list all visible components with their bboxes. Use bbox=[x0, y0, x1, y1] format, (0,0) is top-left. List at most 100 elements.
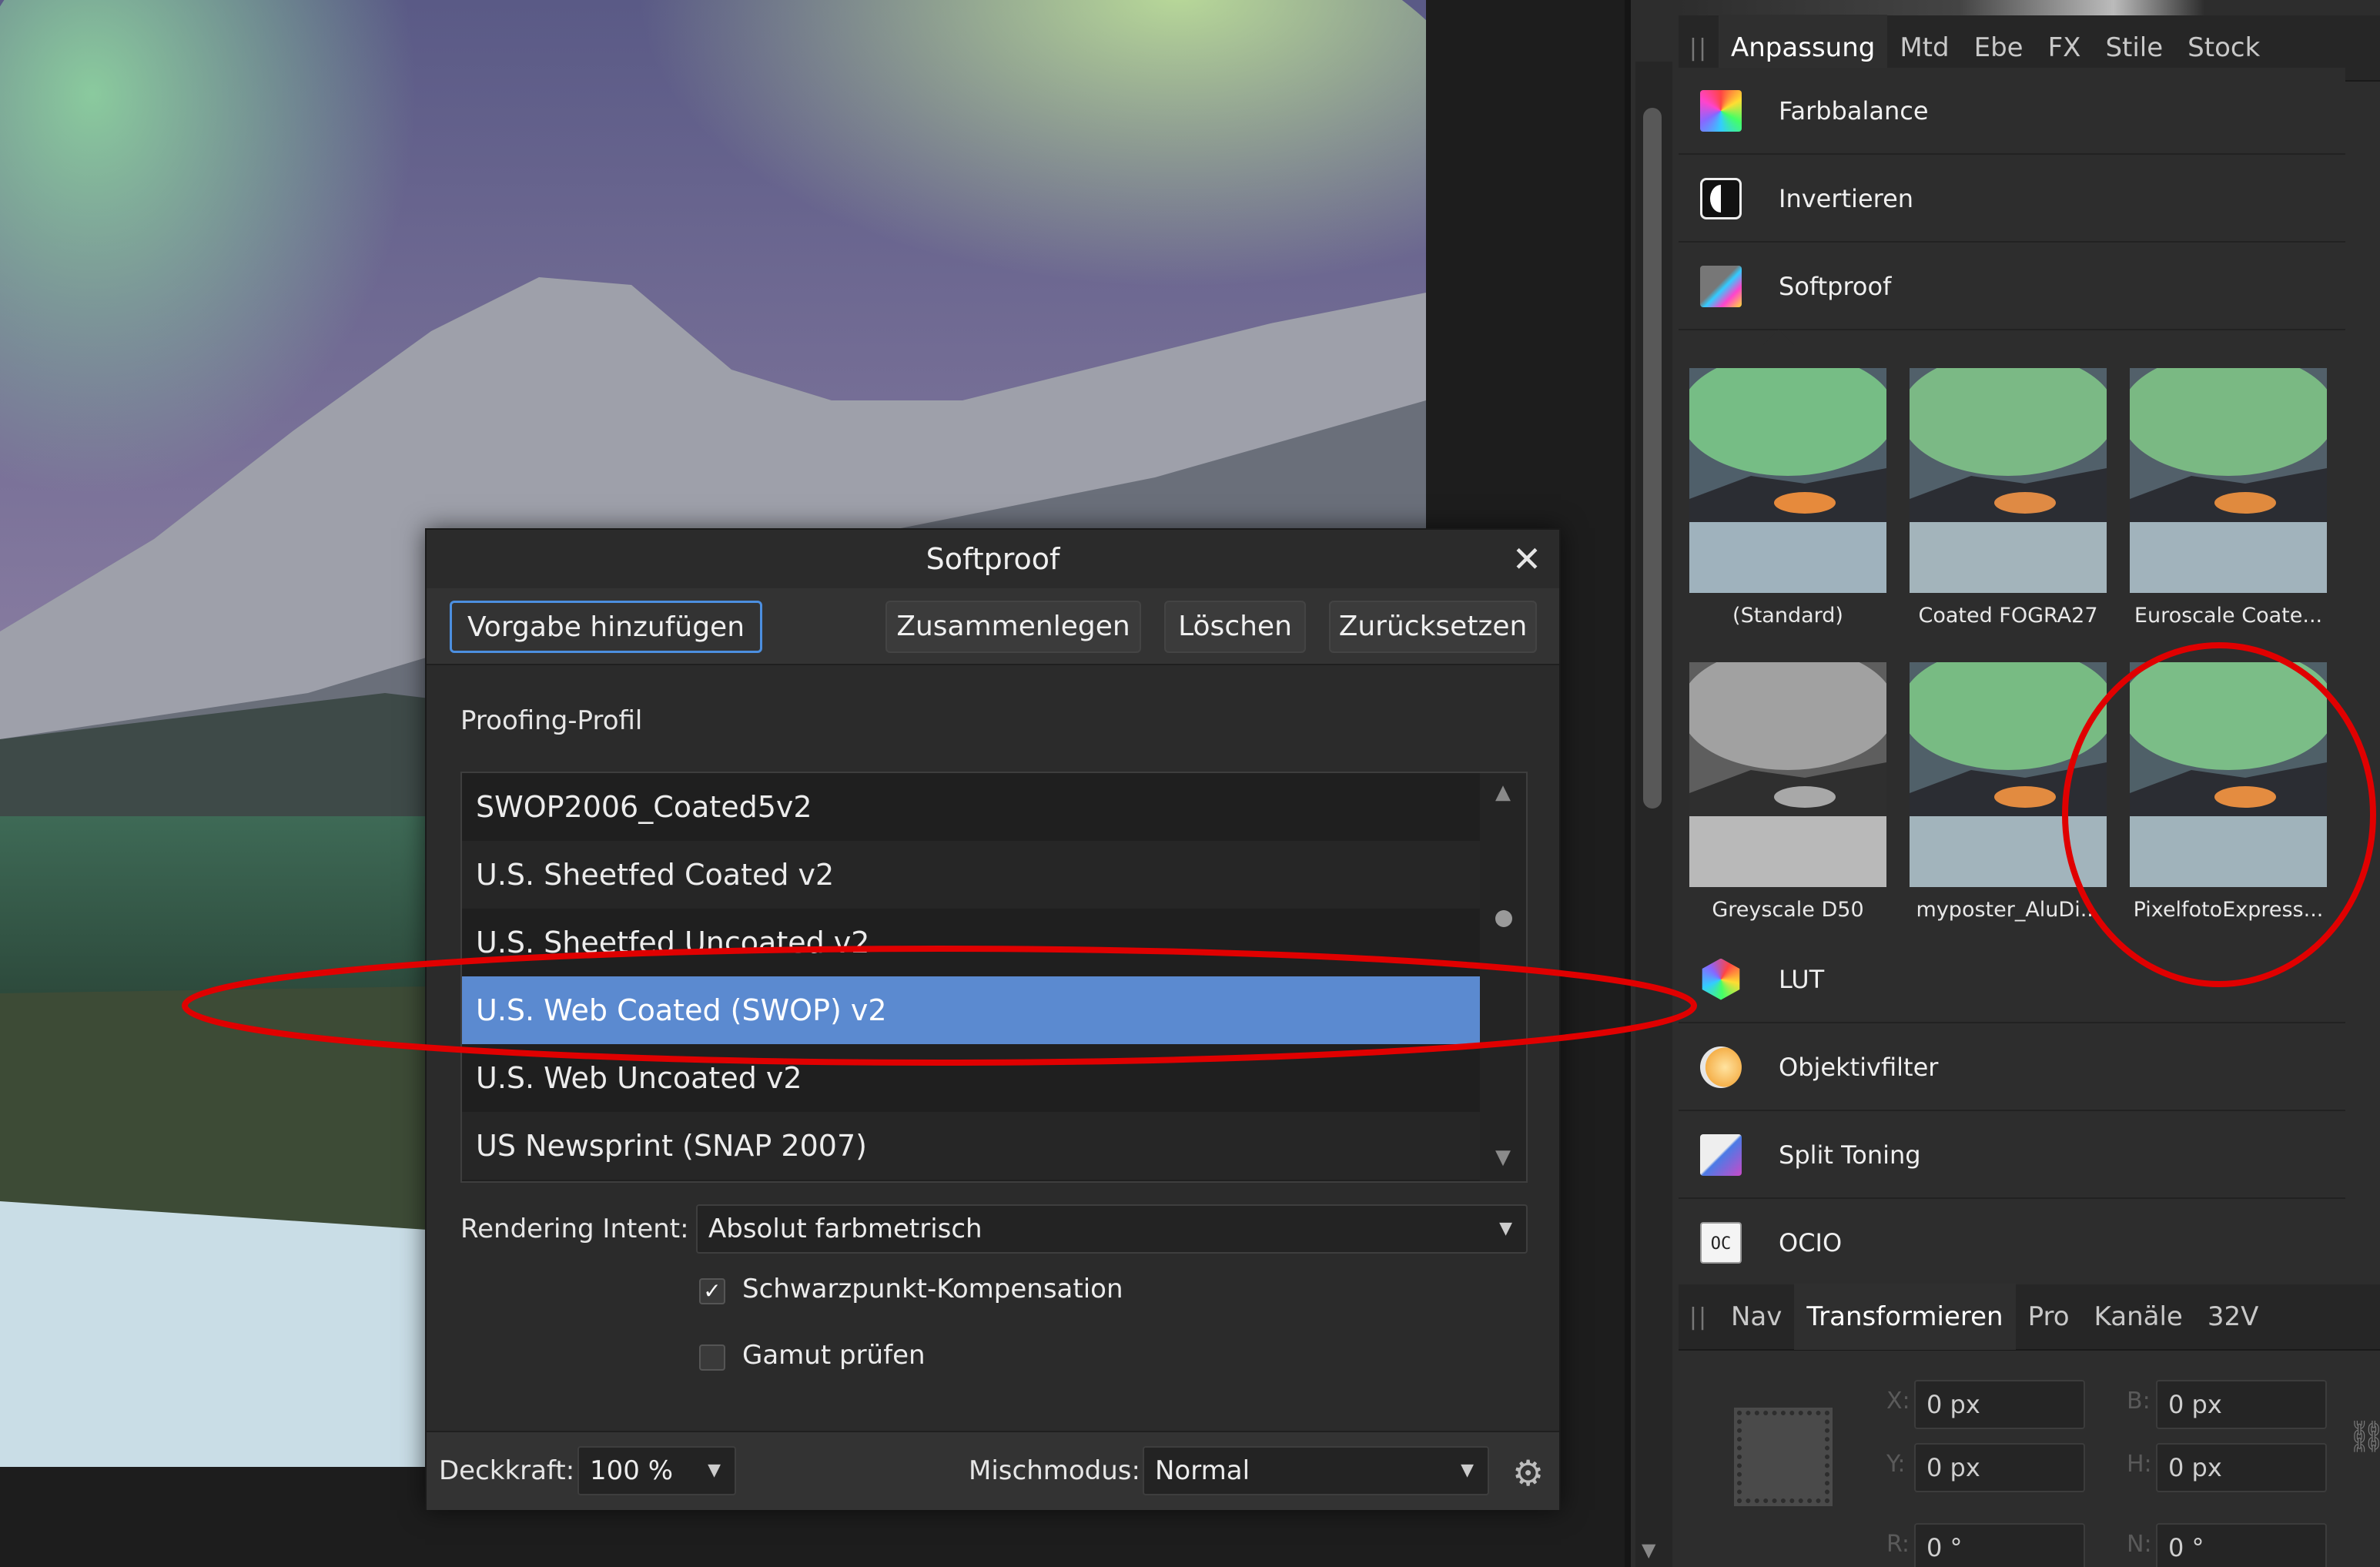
opacity-label: Deckkraft: bbox=[439, 1455, 575, 1486]
chevron-down-icon: ▼ bbox=[1499, 1219, 1512, 1238]
profile-item[interactable]: U.S. Sheetfed Uncoated v2 bbox=[462, 909, 1481, 976]
scrollbar-thumb[interactable] bbox=[1495, 910, 1512, 927]
close-icon[interactable]: ✕ bbox=[1508, 541, 1545, 578]
softproof-dialog: Softproof ✕ Vorgabe hinzufügen Zusammenl… bbox=[425, 528, 1561, 1510]
split-toning-icon bbox=[1700, 1133, 1742, 1176]
gamut-label: Gamut prüfen bbox=[742, 1340, 926, 1371]
adjustment-split-toning[interactable]: Split Toning bbox=[1679, 1112, 2345, 1199]
preset-label: (Standard) bbox=[1732, 604, 1843, 628]
delete-button[interactable]: Löschen bbox=[1164, 601, 1306, 653]
preset-label: Coated FOGRA27 bbox=[1918, 604, 2098, 628]
panel-grip-icon[interactable]: || bbox=[1679, 35, 1719, 62]
adjustment-label: Split Toning bbox=[1779, 1140, 1921, 1170]
panel-grip-icon[interactable]: || bbox=[1679, 1304, 1719, 1331]
chevron-down-icon: ▼ bbox=[1461, 1461, 1474, 1480]
blackpoint-checkbox[interactable]: ✓ bbox=[699, 1278, 725, 1304]
preset-label: Euroscale Coate... bbox=[2134, 604, 2323, 628]
preset-thumbnail bbox=[2130, 662, 2327, 887]
shear-field[interactable]: 0 ° bbox=[2156, 1523, 2327, 1567]
y-label: Y: bbox=[1886, 1451, 1906, 1478]
studio-tabbar-bottom: || Nav Transformieren Pro Kanäle 32V bbox=[1679, 1284, 2380, 1351]
scroll-up-icon[interactable]: ▲ bbox=[1480, 781, 1526, 804]
w-label: B: bbox=[2127, 1388, 2151, 1415]
anchor-selector[interactable] bbox=[1734, 1408, 1833, 1506]
gear-icon[interactable]: ⚙ bbox=[1512, 1452, 1544, 1494]
tab-pro[interactable]: Pro bbox=[2016, 1284, 2082, 1350]
opacity-value: 100 % bbox=[590, 1455, 674, 1486]
adjustment-invertieren[interactable]: Invertieren bbox=[1679, 156, 2345, 243]
dialog-toolbar: Vorgabe hinzufügen Zusammenlegen Löschen… bbox=[427, 588, 1559, 665]
preset-label: Greyscale D50 bbox=[1712, 898, 1864, 922]
preset-item[interactable]: Greyscale D50 bbox=[1689, 662, 1886, 922]
softproof-presets: (Standard) Coated FOGRA27 Euroscale Coat… bbox=[1679, 345, 2345, 936]
preset-label: PixelfotoExpress... bbox=[2133, 898, 2324, 922]
tab-nav[interactable]: Nav bbox=[1719, 1284, 1794, 1350]
profile-item[interactable]: U.S. Sheetfed Coated v2 bbox=[462, 841, 1481, 909]
link-icon[interactable]: ⛓ bbox=[2347, 1418, 2380, 1455]
adjustment-label: Farbbalance bbox=[1779, 95, 1929, 126]
app-window: ▼ || Anpassung Mtd Ebe FX Stile Stock Fa… bbox=[0, 0, 2380, 1567]
profile-list-scrollbar[interactable]: ▲ ▼ bbox=[1480, 773, 1526, 1181]
tab-transformieren[interactable]: Transformieren bbox=[1794, 1284, 2016, 1350]
merge-button[interactable]: Zusammenlegen bbox=[885, 601, 1141, 653]
scrollbar-thumb[interactable] bbox=[1643, 108, 1662, 809]
reset-button[interactable]: Zurücksetzen bbox=[1329, 601, 1537, 653]
preset-item[interactable]: (Standard) bbox=[1689, 368, 1886, 628]
rendering-intent-select[interactable]: Absolut farbmetrisch ▼ bbox=[696, 1204, 1528, 1254]
chevron-down-icon: ▼ bbox=[708, 1461, 721, 1480]
profile-item-selected[interactable]: U.S. Web Coated (SWOP) v2 bbox=[462, 976, 1481, 1044]
h-label: H: bbox=[2127, 1451, 2152, 1478]
lut-icon bbox=[1702, 958, 1740, 1000]
preset-item[interactable]: PixelfotoExpress... bbox=[2130, 662, 2327, 922]
preset-item[interactable]: Euroscale Coate... bbox=[2130, 368, 2327, 628]
preset-thumbnail bbox=[1689, 662, 1886, 887]
profile-item[interactable]: US Newsprint (SNAP 2007) bbox=[462, 1112, 1481, 1180]
preset-label: myposter_AluDi... bbox=[1916, 898, 2100, 922]
y-field[interactable]: 0 px bbox=[1914, 1443, 2085, 1492]
studio-scrollbar[interactable]: ▼ bbox=[1635, 62, 1672, 1567]
preset-item[interactable]: Coated FOGRA27 bbox=[1910, 368, 2107, 628]
adjustment-ocio[interactable]: OC OCIO bbox=[1679, 1200, 2345, 1287]
profile-label: Proofing-Profil bbox=[460, 705, 643, 736]
x-label: X: bbox=[1886, 1388, 1910, 1415]
width-field[interactable]: 0 px bbox=[2156, 1380, 2327, 1429]
blend-mode-label: Mischmodus: bbox=[969, 1455, 1140, 1486]
add-preset-button[interactable]: Vorgabe hinzufügen bbox=[450, 601, 762, 653]
preset-item[interactable]: myposter_AluDi... bbox=[1910, 662, 2107, 922]
scroll-down-icon[interactable]: ▼ bbox=[1480, 1146, 1526, 1169]
s-label: N: bbox=[2127, 1531, 2152, 1558]
blackpoint-label: Schwarzpunkt-Kompensation bbox=[742, 1274, 1123, 1304]
tab-32v[interactable]: 32V bbox=[2195, 1284, 2271, 1350]
preset-thumbnail bbox=[2130, 368, 2327, 593]
blend-mode-select[interactable]: Normal ▼ bbox=[1143, 1446, 1489, 1495]
height-field[interactable]: 0 px bbox=[2156, 1443, 2327, 1492]
color-balance-icon bbox=[1700, 89, 1742, 132]
adjustment-lut[interactable]: LUT bbox=[1679, 936, 2345, 1023]
invert-icon bbox=[1700, 177, 1742, 219]
opacity-select[interactable]: 100 % ▼ bbox=[577, 1446, 736, 1495]
preset-thumbnail bbox=[1910, 662, 2107, 887]
profile-list[interactable]: SWOP2006_Coated5v2 U.S. Sheetfed Coated … bbox=[460, 772, 1528, 1183]
dialog-title[interactable]: Softproof bbox=[427, 530, 1559, 588]
adjustment-label: Objektivfilter bbox=[1779, 1052, 1939, 1082]
softproof-icon bbox=[1700, 265, 1742, 307]
profile-item[interactable]: U.S. Web Uncoated v2 bbox=[462, 1044, 1481, 1112]
panel-separator bbox=[1625, 0, 1631, 1567]
adjustment-label: OCIO bbox=[1779, 1227, 1843, 1257]
adjustment-farbbalance[interactable]: Farbbalance bbox=[1679, 68, 2345, 155]
rotation-field[interactable]: 0 ° bbox=[1914, 1523, 2085, 1567]
adjustment-label: Invertieren bbox=[1779, 183, 1914, 213]
x-field[interactable]: 0 px bbox=[1914, 1380, 2085, 1429]
gamut-checkbox[interactable] bbox=[699, 1344, 725, 1371]
adjustment-softproof[interactable]: Softproof bbox=[1679, 243, 2345, 330]
preset-thumbnail bbox=[1910, 368, 2107, 593]
tab-kanaele[interactable]: Kanäle bbox=[2082, 1284, 2195, 1350]
adjustment-objektivfilter[interactable]: Objektivfilter bbox=[1679, 1024, 2345, 1111]
preset-thumbnail bbox=[1689, 368, 1886, 593]
rendering-intent-value: Absolut farbmetrisch bbox=[708, 1214, 982, 1244]
scroll-down-icon[interactable]: ▼ bbox=[1642, 1539, 1655, 1561]
ocio-icon: OC bbox=[1700, 1221, 1742, 1264]
transform-panel: X: 0 px B: 0 px Y: 0 px H: 0 px R: 0 ° N… bbox=[1679, 1352, 2380, 1567]
adjustment-label: LUT bbox=[1779, 964, 1825, 994]
profile-item[interactable]: SWOP2006_Coated5v2 bbox=[462, 773, 1481, 841]
